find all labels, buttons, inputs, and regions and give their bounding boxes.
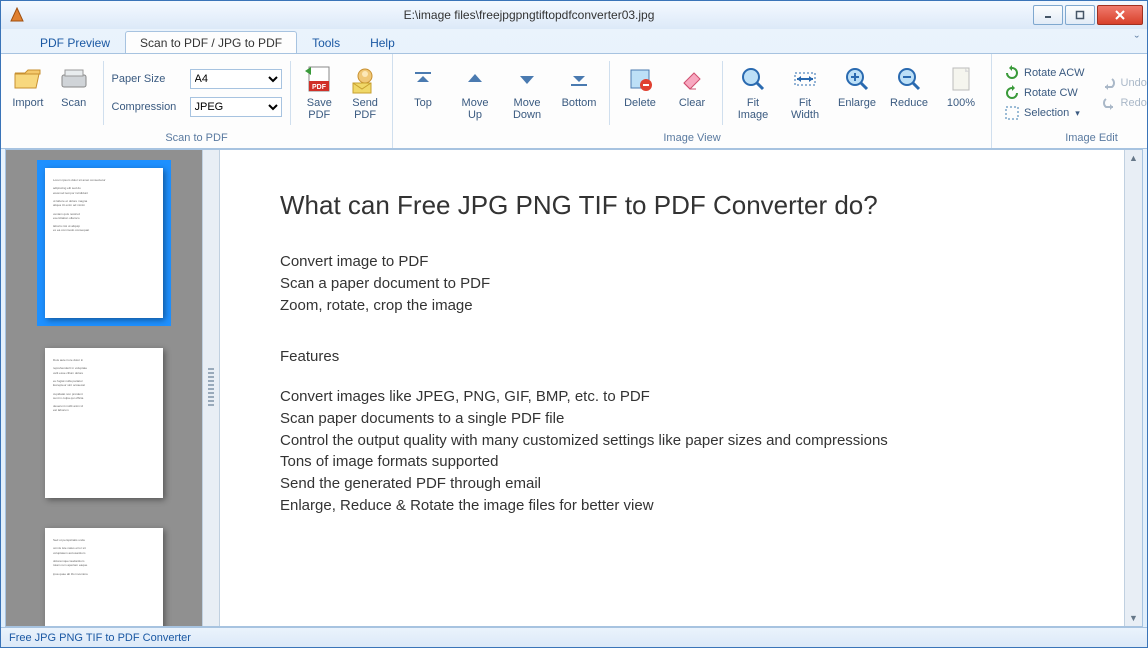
arrow-bottom-icon xyxy=(563,63,595,95)
save-pdf-button[interactable]: PDF Save PDF xyxy=(298,59,340,127)
scan-button[interactable]: Scan xyxy=(53,59,95,127)
eraser-icon xyxy=(676,63,708,95)
arrow-down-icon xyxy=(511,63,543,95)
fit-width-icon xyxy=(789,63,821,95)
minimize-button[interactable] xyxy=(1033,5,1063,25)
doc-feature: Control the output quality with many cus… xyxy=(280,430,1064,452)
doc-feature: Scan paper documents to a single PDF fil… xyxy=(280,408,1064,430)
fit-image-icon xyxy=(737,63,769,95)
app-icon xyxy=(9,7,25,23)
window-controls xyxy=(1033,5,1143,25)
svg-text:PDF: PDF xyxy=(312,84,327,91)
ribbon-group-image-edit-label: Image Edit xyxy=(998,130,1148,146)
rotate-acw-button[interactable]: Rotate ACW xyxy=(1002,63,1087,83)
doc-line: Convert image to PDF xyxy=(280,251,1064,273)
zoom-in-icon xyxy=(841,63,873,95)
statusbar: Free JPG PNG TIF to PDF Converter xyxy=(1,627,1147,647)
send-pdf-button[interactable]: Send PDF xyxy=(344,59,386,127)
scroll-up-icon[interactable]: ▲ xyxy=(1125,150,1142,166)
delete-icon xyxy=(624,63,656,95)
doc-feature: Tons of image formats supported xyxy=(280,451,1064,473)
compression-label: Compression xyxy=(112,101,184,113)
paper-size-label: Paper Size xyxy=(112,73,184,85)
tab-pdf-preview[interactable]: PDF Preview xyxy=(25,31,125,53)
reduce-button[interactable]: Reduce xyxy=(885,59,933,127)
thumbnail-2[interactable]: Duis aute irure dolor inreprehenderit in… xyxy=(37,340,171,506)
app-window: E:\image files\freejpgpngtiftopdfconvert… xyxy=(0,0,1148,648)
ribbon-group-scan-label: Scan to PDF xyxy=(7,130,386,146)
rotate-cw-button[interactable]: Rotate CW xyxy=(1002,83,1087,103)
thumbnail-1[interactable]: Lorem ipsum dolor sit amet consecteturad… xyxy=(37,160,171,326)
scan-settings: Paper Size A4 Compression JPEG xyxy=(112,65,282,121)
scanner-icon xyxy=(58,63,90,95)
compression-select[interactable]: JPEG xyxy=(190,97,282,117)
tab-tools[interactable]: Tools xyxy=(297,31,355,53)
arrow-up-icon xyxy=(459,63,491,95)
status-text: Free JPG PNG TIF to PDF Converter xyxy=(9,632,191,644)
zoom-out-icon xyxy=(893,63,925,95)
doc-line: Scan a paper document to PDF xyxy=(280,273,1064,295)
selection-icon xyxy=(1004,105,1020,121)
doc-feature: Convert images like JPEG, PNG, GIF, BMP,… xyxy=(280,386,1064,408)
titlebar: E:\image files\freejpgpngtiftopdfconvert… xyxy=(1,1,1147,29)
move-up-button[interactable]: Move Up xyxy=(451,59,499,127)
selection-button[interactable]: Selection▾ xyxy=(1002,103,1087,123)
delete-button[interactable]: Delete xyxy=(616,59,664,127)
fit-image-button[interactable]: Fit Image xyxy=(729,59,777,127)
rotate-stack: Rotate ACW Rotate CW Selection▾ xyxy=(998,61,1091,125)
tab-scan-to-pdf[interactable]: Scan to PDF / JPG to PDF xyxy=(125,31,297,53)
undo-redo-stack: Undo Redo xyxy=(1095,71,1148,115)
scroll-down-icon[interactable]: ▼ xyxy=(1125,610,1142,626)
window-title: E:\image files\freejpgpngtiftopdfconvert… xyxy=(25,8,1033,22)
fit-width-button[interactable]: Fit Width xyxy=(781,59,829,127)
paper-size-select[interactable]: A4 xyxy=(190,69,282,89)
move-down-button[interactable]: Move Down xyxy=(503,59,551,127)
content-area: Lorem ipsum dolor sit amet consecteturad… xyxy=(5,149,1143,627)
doc-feature: Enlarge, Reduce & Rotate the image files… xyxy=(280,495,1064,517)
ribbon-group-image-view-label: Image View xyxy=(399,130,985,146)
ribbon-group-image-edit: Rotate ACW Rotate CW Selection▾ Undo Red… xyxy=(992,54,1148,148)
folder-open-icon xyxy=(12,63,44,95)
tab-help[interactable]: Help xyxy=(355,31,410,53)
redo-icon xyxy=(1101,95,1117,111)
save-pdf-icon: PDF xyxy=(303,63,335,95)
clear-button[interactable]: Clear xyxy=(668,59,716,127)
undo-button[interactable]: Undo xyxy=(1099,73,1148,93)
enlarge-button[interactable]: Enlarge xyxy=(833,59,881,127)
undo-icon xyxy=(1101,75,1117,91)
bottom-button[interactable]: Bottom xyxy=(555,59,603,127)
maximize-button[interactable] xyxy=(1065,5,1095,25)
arrow-top-icon xyxy=(407,63,439,95)
preview-pane[interactable]: What can Free JPG PNG TIF to PDF Convert… xyxy=(220,150,1124,626)
top-button[interactable]: Top xyxy=(399,59,447,127)
preview-scrollbar[interactable]: ▲ ▼ xyxy=(1124,150,1142,626)
redo-button[interactable]: Redo xyxy=(1099,93,1148,113)
ribbon: Import Scan Paper Size A4 Compression JP… xyxy=(1,53,1147,149)
doc-heading: What can Free JPG PNG TIF to PDF Convert… xyxy=(280,190,1064,221)
rotate-cw-icon xyxy=(1004,85,1020,101)
zoom-100-button[interactable]: 100% xyxy=(937,59,985,127)
page-icon xyxy=(945,63,977,95)
doc-features-label: Features xyxy=(280,346,1064,368)
ribbon-collapse-icon[interactable]: ˇ xyxy=(1135,33,1139,48)
thumbnail-3[interactable]: Sed ut perspiciatis undeomnis iste natus… xyxy=(37,520,171,626)
ribbon-group-image-view: Top Move Up Move Down Bottom Delete Clea… xyxy=(393,54,992,148)
import-button[interactable]: Import xyxy=(7,59,49,127)
ribbon-group-scan: Import Scan Paper Size A4 Compression JP… xyxy=(1,54,393,148)
rotate-acw-icon xyxy=(1004,65,1020,81)
send-pdf-icon xyxy=(349,63,381,95)
doc-feature: Send the generated PDF through email xyxy=(280,473,1064,495)
close-button[interactable] xyxy=(1097,5,1143,25)
ribbon-tabbar: PDF Preview Scan to PDF / JPG to PDF Too… xyxy=(1,29,1147,53)
splitter[interactable] xyxy=(202,150,220,626)
doc-line: Zoom, rotate, crop the image xyxy=(280,295,1064,317)
thumbnail-pane[interactable]: Lorem ipsum dolor sit amet consecteturad… xyxy=(6,150,202,626)
